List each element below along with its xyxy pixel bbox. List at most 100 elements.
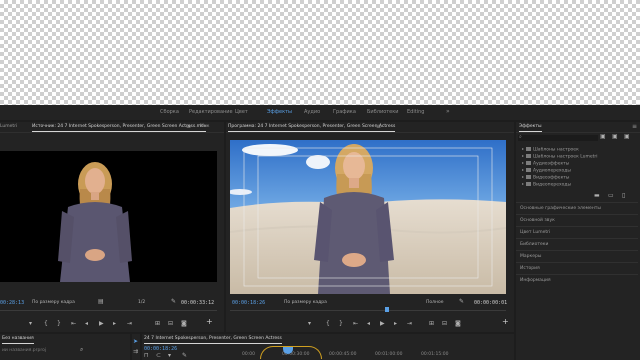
effects-tree-item[interactable]: Видеоэффекты — [522, 175, 569, 180]
workspace-tab-audio[interactable]: Аудио — [304, 109, 320, 115]
export-frame-icon[interactable]: ◙ — [181, 320, 187, 327]
linked-selection-icon[interactable]: ⊂ — [156, 352, 161, 359]
panel-menu-icon[interactable]: ≡ — [376, 123, 381, 130]
work-area-indicator — [260, 346, 322, 359]
export-frame-icon[interactable]: ◙ — [455, 320, 461, 327]
program-duration-timecode: 00:00:00:01 — [474, 300, 508, 306]
mark-in-icon[interactable]: { — [44, 320, 48, 327]
ruler-label: 00:00:45:00 — [329, 352, 357, 357]
timeline-panel: 24 7 Internet Spokesperson, Presenter, G… — [142, 334, 514, 360]
program-monitor-panel: Программа: 24 7 Internet Spokesperson, P… — [226, 122, 514, 332]
side-panel-history[interactable]: История — [516, 262, 638, 274]
side-panel-info[interactable]: Информация — [516, 274, 638, 286]
source-playhead-timecode[interactable]: 00:28:13 — [0, 300, 24, 306]
effects-search-input[interactable]: ⌕ — [518, 134, 598, 141]
project-panel: Без названия ии названия.prproj ⌕ — [0, 334, 130, 360]
wrench-icon[interactable]: ✎ — [171, 298, 176, 305]
panel-menu-icon[interactable]: ≡ — [186, 123, 191, 130]
workspace-tab-effects[interactable]: Эффекты — [267, 109, 292, 115]
workspace-tab-color[interactable]: Цвет — [235, 109, 248, 115]
workspace-tab-graphics[interactable]: Графика — [333, 109, 356, 115]
effects-tree-item[interactable]: Видеопереходы — [522, 182, 571, 187]
program-playhead-timecode[interactable]: 00:00:18:26 — [232, 300, 265, 306]
wrench-icon[interactable]: ✎ — [459, 298, 464, 305]
timeline-settings-icon[interactable]: ✎ — [182, 352, 187, 359]
more-workspaces-icon[interactable]: » — [446, 108, 450, 115]
accelerated-effects-icon[interactable]: ▣ — [600, 133, 606, 140]
workspace-tab-libraries[interactable]: Библиотеки — [367, 109, 399, 115]
go-to-in-icon[interactable]: ⇤ — [71, 320, 76, 327]
button-editor-icon[interactable]: + — [206, 317, 213, 326]
play-icon[interactable]: ▶ — [99, 320, 104, 327]
side-panel-essential-sound[interactable]: Основной звук — [516, 214, 638, 226]
new-preset-icon[interactable]: ▭ — [608, 192, 614, 199]
tab-lumetri-scopes[interactable]: Lumetri — [0, 124, 17, 129]
go-to-in-icon[interactable]: ⇤ — [353, 320, 358, 327]
add-marker-icon[interactable]: ▾ — [308, 320, 311, 327]
workspace-tab-assembly[interactable]: Сборка — [160, 109, 179, 115]
program-quality-dropdown[interactable]: Полное — [426, 300, 443, 305]
effects-tree-item[interactable]: Шаблоны настроек Lumetri — [522, 154, 598, 159]
source-monitor-panel: Lumetri Источник: 24 7 Internet Spokespe… — [0, 122, 224, 332]
side-panel-lumetri-color[interactable]: Цвет Lumetri — [516, 226, 638, 238]
go-to-out-icon[interactable]: ⇥ — [407, 320, 412, 327]
new-bin-icon[interactable]: ▬ — [594, 192, 600, 199]
step-back-icon[interactable]: ◂ — [367, 320, 370, 327]
effects-tree-item[interactable]: Аудиоэффекты — [522, 161, 569, 166]
insert-icon[interactable]: ⊞ — [155, 320, 160, 327]
go-to-out-icon[interactable]: ⇥ — [127, 320, 132, 327]
effects-menu-icon[interactable]: ≡ — [632, 123, 637, 130]
extract-icon[interactable]: ⊟ — [442, 320, 447, 327]
source-fit-dropdown[interactable]: По размеру кадра — [32, 300, 75, 305]
tab-source-monitor[interactable]: Источник: 24 7 Internet Spokesperson, Pr… — [32, 124, 207, 132]
track-select-tool-icon[interactable]: ⇉ — [133, 348, 138, 355]
step-forward-icon[interactable]: ▸ — [394, 320, 397, 327]
effects-tree-item[interactable]: Аудиопереходы — [522, 168, 571, 173]
side-panel-markers[interactable]: Маркеры — [516, 250, 638, 262]
effects-tree-item[interactable]: Шаблоны настроек — [522, 147, 579, 152]
tab-mixer[interactable]: Мик — [200, 124, 210, 129]
source-timeruler[interactable] — [0, 310, 217, 311]
mark-out-icon[interactable]: } — [339, 320, 343, 327]
snap-icon[interactable]: ⊓ — [144, 352, 149, 359]
step-back-icon[interactable]: ◂ — [85, 320, 88, 327]
workspace-bar: Сборка Редактирование Цвет Эффекты Аудио… — [0, 105, 640, 120]
tools-panel: ➤ ⇉ — [132, 334, 140, 360]
ruler-label: 00:01:15:00 — [421, 352, 449, 357]
selection-tool-icon[interactable]: ➤ — [133, 338, 138, 345]
step-forward-icon[interactable]: ▸ — [113, 320, 116, 327]
program-timeruler[interactable] — [230, 310, 506, 311]
32bit-effects-icon[interactable]: ▣ — [612, 133, 618, 140]
presenter-silhouette-icon — [58, 162, 132, 282]
play-icon[interactable]: ▶ — [380, 320, 385, 327]
side-panel-libraries[interactable]: Библиотеки — [516, 238, 638, 250]
add-marker-icon[interactable]: ▾ — [168, 352, 171, 359]
premiere-app-window: Сборка Редактирование Цвет Эффекты Аудио… — [0, 105, 640, 360]
tab-project[interactable]: Без названия — [2, 336, 34, 344]
tab-effects[interactable]: Эффекты — [519, 124, 542, 132]
program-fit-dropdown[interactable]: По размеру кадра — [284, 300, 327, 305]
lift-icon[interactable]: ⊞ — [429, 320, 434, 327]
delete-icon[interactable]: ▯ — [622, 192, 625, 199]
side-panel-essential-graphics[interactable]: Основные графические элементы — [516, 202, 638, 214]
workspace-tab-editing-custom[interactable]: Editing — [407, 109, 424, 115]
mark-in-icon[interactable]: { — [326, 320, 330, 327]
source-quality-dropdown[interactable]: 1/2 — [138, 300, 145, 305]
overwrite-icon[interactable]: ⊟ — [168, 320, 173, 327]
yuv-effects-icon[interactable]: ▣ — [624, 133, 630, 140]
settings-icon[interactable]: ▤ — [98, 298, 104, 305]
project-search-input[interactable]: ии названия.prproj — [2, 348, 46, 353]
tab-timeline-sequence[interactable]: 24 7 Internet Spokesperson, Presenter, G… — [144, 336, 282, 344]
search-icon[interactable]: ⌕ — [80, 346, 83, 354]
source-duration-timecode: 00:00:33:12 — [181, 300, 215, 306]
program-playhead[interactable] — [385, 307, 389, 312]
workspace-tab-editing[interactable]: Редактирование — [189, 109, 233, 115]
program-monitor-header: Программа: 24 7 Internet Spokesperson, P… — [226, 122, 514, 133]
mark-out-icon[interactable]: } — [57, 320, 61, 327]
tab-program-monitor[interactable]: Программа: 24 7 Internet Spokesperson, P… — [228, 124, 396, 132]
button-editor-icon[interactable]: + — [502, 317, 509, 326]
search-icon: ⌕ — [519, 134, 522, 140]
desert-scene-icon — [230, 140, 506, 294]
effects-panel: Эффекты ≡ ⌕ ▣ ▣ ▣ Шаблоны настроек Шабло… — [516, 122, 640, 360]
add-marker-icon[interactable]: ▾ — [29, 320, 32, 327]
